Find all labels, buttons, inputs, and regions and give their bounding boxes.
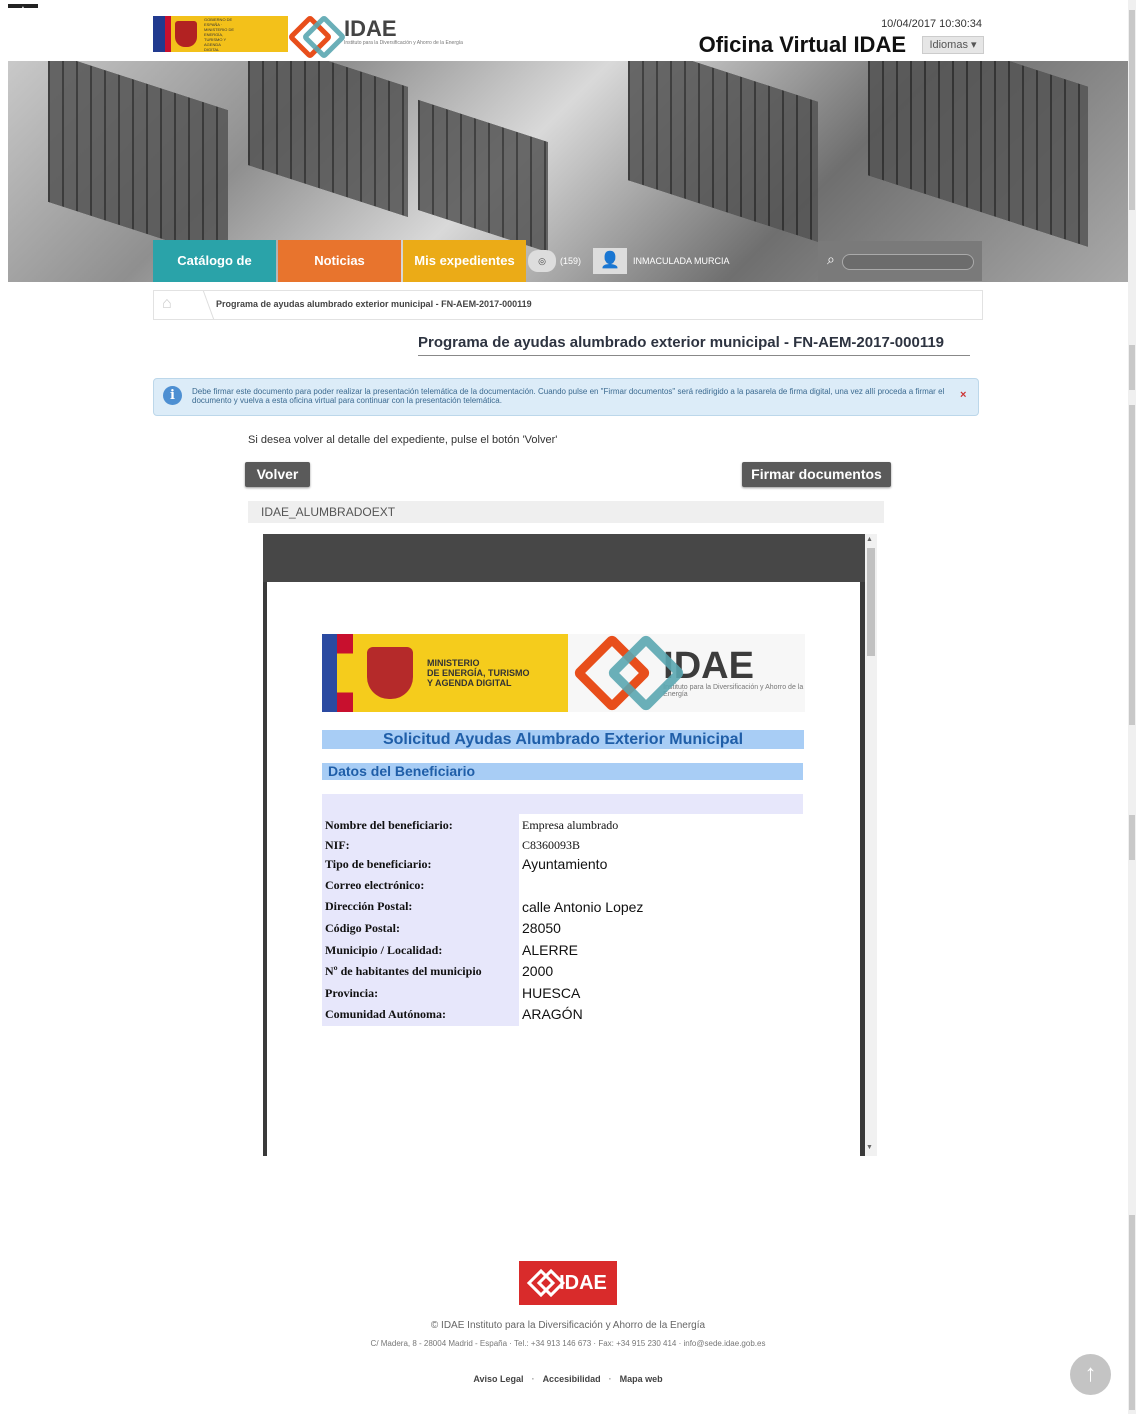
footer-address: C/ Madera, 8 - 28004 Madrid - España · T… — [370, 1339, 766, 1348]
field-value: 28050 — [522, 920, 561, 936]
footer-logo-text: IDAE — [559, 1271, 607, 1294]
field-value: HUESCA — [522, 985, 581, 1001]
footer-links: Aviso Legal · Accesibilidad · Mapa web — [0, 1374, 1136, 1384]
document-name: IDAE_ALUMBRADOEXT — [261, 505, 396, 519]
back-button[interactable]: Volver — [245, 462, 310, 487]
field-value: calle Antonio Lopez — [522, 899, 644, 915]
alert-message: Debe firmar este documento para poder re… — [192, 387, 945, 405]
breadcrumb: ⌂ Programa de ayudas alumbrado exterior … — [153, 290, 983, 320]
tab-noticias[interactable]: Noticias — [278, 240, 401, 282]
back-instructions: Si desea volver al detalle del expedient… — [248, 434, 558, 446]
field-value: Empresa alumbrado — [522, 818, 619, 832]
chevron-down-icon: ▾ — [971, 39, 977, 51]
coat-of-arms-icon — [175, 21, 197, 47]
government-logo[interactable]: GOBIERNO DE ESPAÑA · MINISTERIO DE ENERG… — [153, 16, 288, 52]
field-value: C8360093B — [522, 838, 581, 852]
document-government-logo: MINISTERIO DE ENERGÍA, TURISMO Y AGENDA … — [322, 634, 568, 712]
field-label: Correo electrónico: — [325, 878, 425, 892]
page-scrollbar[interactable] — [1128, 0, 1136, 1414]
field-label: Nombre del beneficiario: — [325, 818, 453, 832]
viewer-scrollbar[interactable]: ▲ ▼ — [865, 534, 877, 1156]
section-title-text: Datos del Beneficiario — [328, 763, 476, 779]
document-heading: Solicitud Ayudas Alumbrado Exterior Muni… — [322, 730, 804, 749]
home-icon[interactable]: ⌂ — [162, 296, 180, 312]
document-idae-name: IDAE — [663, 645, 754, 687]
user-icon[interactable]: 👤 — [593, 248, 628, 274]
close-icon[interactable]: × — [960, 389, 966, 401]
notifications-icon[interactable]: ◎ — [528, 250, 556, 272]
sign-documents-button[interactable]: Firmar documentos — [742, 462, 891, 487]
document-page: MINISTERIO DE ENERGÍA, TURISMO Y AGENDA … — [267, 582, 860, 1156]
scroll-down-icon[interactable]: ▼ — [866, 1144, 873, 1151]
field-label: NIF: — [325, 838, 350, 852]
idae-mark-icon — [526, 1268, 566, 1298]
info-icon: i — [163, 386, 182, 405]
language-label: Idiomas — [929, 39, 968, 51]
field-label: Dirección Postal: — [325, 899, 413, 913]
site-title: Oficina Virtual IDAE — [698, 32, 906, 57]
link-separator: · — [531, 1374, 535, 1384]
field-label: Nº de habitantes del municipio — [325, 964, 482, 978]
user-area: ◎ (159) 👤 INMACULADA MURCIA — [528, 246, 730, 276]
main-navigation: Catálogo de trámites Noticias Mis expedi… — [153, 240, 526, 310]
field-value: ALERRE — [522, 942, 579, 958]
idae-logo[interactable]: IDAE Instituto para la Diversificación y… — [287, 14, 463, 60]
search-input[interactable] — [842, 254, 974, 270]
user-name[interactable]: INMACULADA MURCIA — [633, 256, 730, 266]
viewer-toolbar — [263, 534, 865, 582]
field-value: Ayuntamiento — [522, 856, 608, 872]
language-dropdown[interactable]: Idiomas ▾ — [922, 36, 984, 54]
document-header-logos: MINISTERIO DE ENERGÍA, TURISMO Y AGENDA … — [322, 633, 805, 713]
document-viewer[interactable]: MINISTERIO DE ENERGÍA, TURISMO Y AGENDA … — [263, 534, 865, 1156]
footer-idae-logo[interactable]: IDAE — [519, 1261, 617, 1305]
document-idae-sub: Instituto para la Diversificación y Ahor… — [663, 684, 804, 698]
scroll-to-top-icon[interactable]: ↑ — [1070, 1354, 1111, 1395]
idae-logo-sub: Instituto para la Diversificación y Ahor… — [344, 40, 463, 46]
info-alert: i Debe firmar este documento para poder … — [153, 378, 979, 416]
section-spacer — [322, 794, 803, 814]
document-ministry-text: MINISTERIO DE ENERGÍA, TURISMO Y AGENDA … — [427, 658, 530, 688]
link-separator: · — [608, 1374, 612, 1384]
tab-mis-expedientes[interactable]: Mis expedientes — [403, 240, 526, 282]
link-accesibilidad[interactable]: Accesibilidad — [543, 1374, 601, 1384]
idae-mark-icon — [572, 633, 686, 713]
field-label: Comunidad Autónoma: — [325, 1007, 447, 1021]
field-label: Municipio / Localidad: — [325, 943, 443, 957]
government-logo-text: GOBIERNO DE ESPAÑA · MINISTERIO DE ENERG… — [204, 16, 235, 52]
tab-catalogo-tramites[interactable]: Catálogo de trámites — [153, 240, 276, 310]
document-section-title: Datos del Beneficiario — [322, 763, 803, 780]
breadcrumb-separator — [188, 291, 215, 319]
idae-logo-name: IDAE — [344, 16, 397, 41]
breadcrumb-current: Programa de ayudas alumbrado exterior mu… — [216, 299, 532, 309]
notifications-count[interactable]: (159) — [560, 256, 581, 266]
link-aviso-legal[interactable]: Aviso Legal — [473, 1374, 523, 1384]
footer-copyright: © IDAE Instituto para la Diversificación… — [430, 1320, 706, 1331]
field-label: Provincia: — [325, 986, 379, 1000]
viewer-scroll-thumb[interactable] — [867, 548, 875, 656]
document-tab[interactable]: IDAE_ALUMBRADOEXT — [248, 501, 884, 523]
field-label: Código Postal: — [325, 921, 400, 935]
current-datetime: 10/04/2017 10:30:34 — [881, 18, 982, 30]
search-box: ⌕ — [818, 241, 982, 281]
scroll-up-icon[interactable]: ▲ — [866, 536, 873, 543]
field-value: 2000 — [522, 963, 554, 979]
link-mapa-web[interactable]: Mapa web — [620, 1374, 663, 1384]
search-icon[interactable]: ⌕ — [827, 251, 835, 268]
idae-mark-icon — [287, 14, 347, 60]
document-idae-logo: IDAE Instituto para la Diversificación y… — [568, 633, 805, 713]
coat-of-arms-icon — [367, 647, 413, 699]
field-value: ARAGÓN — [522, 1006, 583, 1022]
page-title: Programa de ayudas alumbrado exterior mu… — [418, 334, 970, 356]
field-label: Tipo de beneficiario: — [325, 857, 432, 871]
